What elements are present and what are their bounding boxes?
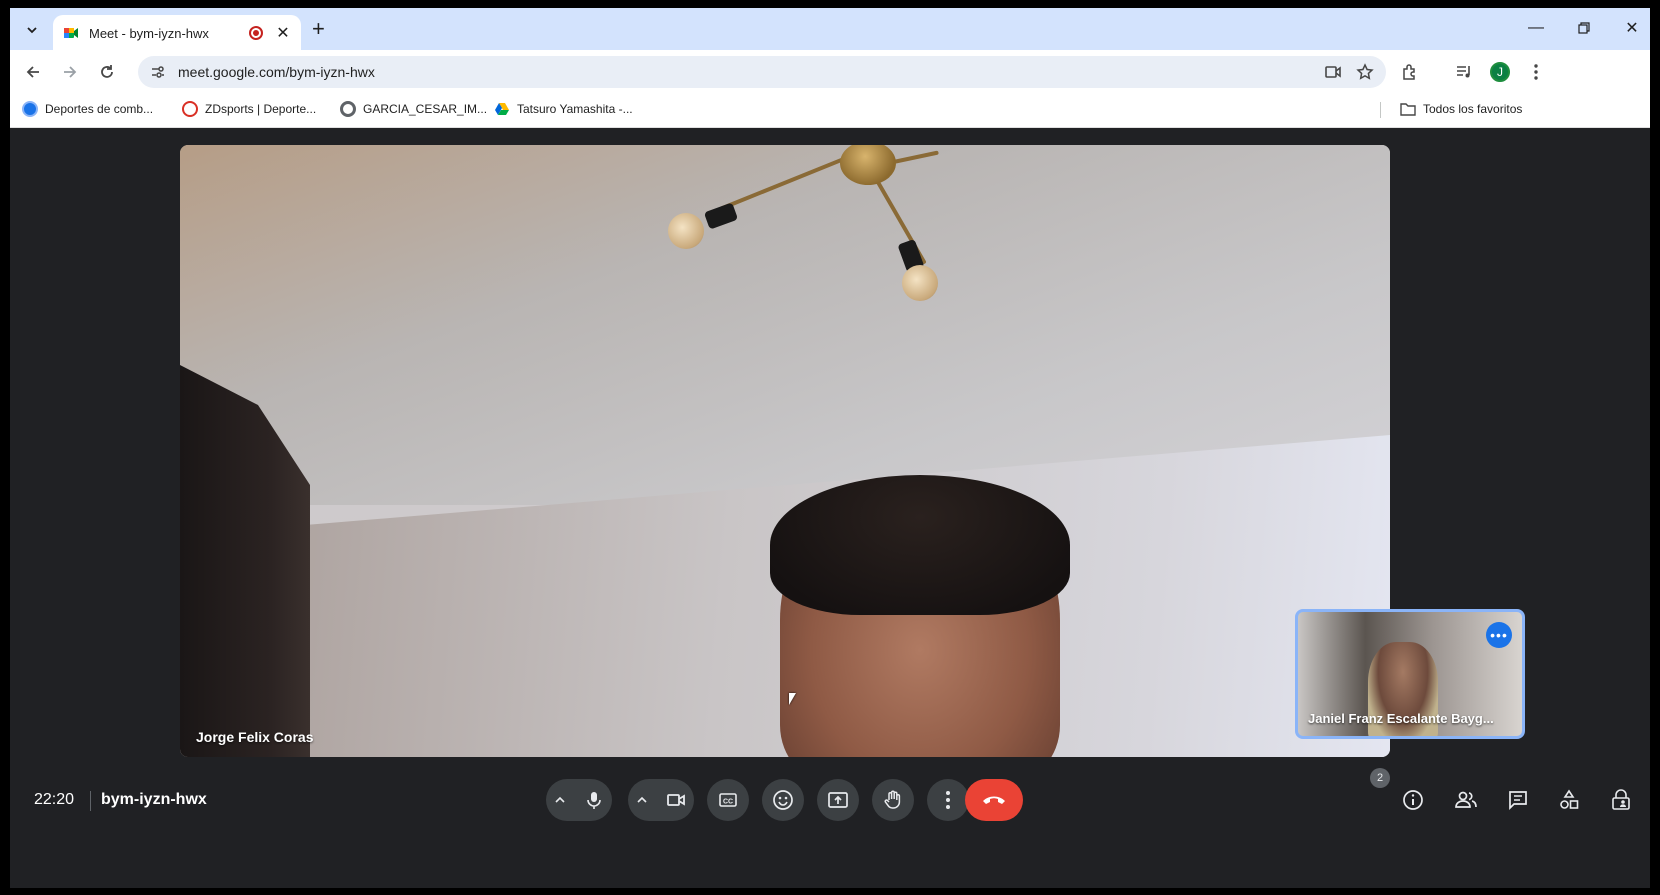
reactions-button[interactable] bbox=[762, 779, 804, 821]
chevron-down-icon bbox=[27, 27, 37, 34]
url-text: meet.google.com/bym-iyzn-hwx bbox=[178, 64, 375, 80]
arrow-left-icon bbox=[26, 66, 39, 78]
media-control-icon[interactable] bbox=[1452, 60, 1476, 84]
tab-title: Meet - bym-iyzn-hwx bbox=[89, 25, 209, 41]
chat-icon bbox=[1509, 791, 1527, 811]
bookmark-label: Tatsuro Yamashita -... bbox=[517, 102, 633, 116]
main-participant-name: Jorge Felix Coras bbox=[196, 729, 314, 745]
bookmark-item[interactable]: ZDsports | Deporte... bbox=[182, 101, 316, 117]
microphone-control[interactable] bbox=[546, 779, 612, 821]
drive-icon bbox=[495, 103, 509, 115]
activities-button[interactable] bbox=[1554, 785, 1584, 815]
restore-icon bbox=[1578, 22, 1590, 34]
present-screen-icon bbox=[828, 792, 848, 808]
reload-icon bbox=[101, 65, 113, 78]
folder-icon bbox=[1400, 103, 1416, 116]
self-view-tile[interactable]: ••• Janiel Franz Escalante Bayg... bbox=[1295, 609, 1525, 739]
lock-person-icon bbox=[1612, 789, 1630, 810]
address-bar[interactable]: meet.google.com/bym-iyzn-hwx bbox=[138, 56, 1386, 88]
meeting-time: 22:20 bbox=[34, 791, 75, 808]
chrome-icon bbox=[340, 101, 356, 117]
microphone-icon[interactable] bbox=[584, 790, 604, 810]
camera-in-use-icon[interactable] bbox=[1322, 61, 1344, 83]
present-button[interactable] bbox=[817, 779, 859, 821]
bookmark-label: Deportes de comb... bbox=[45, 102, 154, 116]
people-icon bbox=[1455, 791, 1477, 808]
pip-participant-name: Janiel Franz Escalante Bayg... bbox=[1308, 711, 1494, 726]
activities-icon bbox=[1560, 789, 1579, 809]
bookmark-item[interactable]: Tatsuro Yamashita -... bbox=[494, 101, 633, 117]
browser-menu-icon[interactable] bbox=[1524, 60, 1548, 84]
tab-meet[interactable]: Meet - bym-iyzn-hwx ✕ bbox=[53, 15, 301, 51]
meeting-details-button[interactable] bbox=[1398, 785, 1428, 815]
bookmarks-divider bbox=[1380, 102, 1381, 118]
more-vert-icon bbox=[946, 791, 950, 809]
end-call-icon bbox=[983, 796, 1005, 804]
lamp-bulb bbox=[668, 213, 704, 249]
all-bookmarks[interactable]: Todos los favoritos bbox=[1400, 101, 1522, 117]
chevron-up-icon[interactable] bbox=[554, 794, 566, 806]
browser-toolbar: meet.google.com/bym-iyzn-hwx J bbox=[10, 50, 1650, 92]
new-tab-button[interactable]: + bbox=[312, 18, 325, 40]
more-options-icon[interactable]: ••• bbox=[1486, 622, 1512, 648]
people-button[interactable] bbox=[1451, 785, 1481, 815]
participant-hair bbox=[770, 475, 1070, 615]
star-icon[interactable] bbox=[1354, 61, 1376, 83]
meeting-code: bym-iyzn-hwx bbox=[101, 791, 207, 808]
profile-initial: J bbox=[1490, 62, 1510, 82]
browser-window: Meet - bym-iyzn-hwx ✕ + — ✕ meet.google.… bbox=[10, 8, 1650, 888]
recording-icon bbox=[249, 26, 263, 40]
minimize-button[interactable]: — bbox=[1516, 16, 1556, 40]
close-window-button[interactable]: ✕ bbox=[1612, 16, 1650, 40]
time-divider bbox=[90, 791, 91, 811]
chevron-up-icon[interactable] bbox=[636, 794, 648, 806]
bookmark-label: GARCIA_CESAR_IM... bbox=[363, 102, 488, 116]
bookmark-item[interactable]: GARCIA_CESAR_IM... bbox=[340, 101, 487, 117]
globe-icon bbox=[22, 101, 38, 117]
info-icon bbox=[1403, 790, 1423, 810]
profile-avatar[interactable]: J bbox=[1488, 60, 1512, 84]
site-info-icon[interactable] bbox=[148, 62, 168, 82]
meet-stage: Jorge Felix Coras ••• Janiel Franz Escal… bbox=[10, 129, 1650, 888]
svg-text:CC: CC bbox=[723, 799, 733, 806]
captions-icon: CC bbox=[719, 793, 737, 807]
google-meet-icon bbox=[64, 28, 78, 38]
tab-search-button[interactable] bbox=[20, 18, 44, 42]
camera-control[interactable] bbox=[628, 779, 694, 821]
more-options-button[interactable] bbox=[927, 779, 969, 821]
raise-hand-button[interactable] bbox=[872, 779, 914, 821]
mouse-cursor bbox=[789, 693, 796, 705]
bookmarks-bar: Deportes de comb... ZDsports | Deporte..… bbox=[10, 92, 1650, 128]
lamp-bulb bbox=[902, 265, 938, 301]
restore-button[interactable] bbox=[1564, 16, 1604, 40]
tab-close-icon[interactable]: ✕ bbox=[275, 23, 291, 43]
forward-button[interactable] bbox=[57, 59, 83, 85]
tab-strip: Meet - bym-iyzn-hwx ✕ + — ✕ bbox=[10, 8, 1650, 51]
chat-button[interactable] bbox=[1503, 785, 1533, 815]
participant-count-badge: 2 bbox=[1370, 768, 1390, 788]
meeting-controls-bar: 22:20 bym-iyzn-hwx CC 2 bbox=[10, 761, 1650, 831]
extensions-icon[interactable] bbox=[1398, 60, 1422, 84]
captions-button[interactable]: CC bbox=[707, 779, 749, 821]
all-bookmarks-label: Todos los favoritos bbox=[1423, 102, 1523, 116]
zd-icon bbox=[182, 101, 198, 117]
hand-icon bbox=[884, 790, 901, 809]
leave-call-button[interactable] bbox=[965, 779, 1023, 821]
arrow-right-icon bbox=[64, 66, 77, 78]
back-button[interactable] bbox=[20, 59, 46, 85]
bookmark-item[interactable]: Deportes de comb... bbox=[22, 101, 153, 117]
main-video-tile[interactable]: Jorge Felix Coras bbox=[180, 145, 1390, 757]
host-controls-button[interactable] bbox=[1606, 785, 1636, 815]
bookmark-label: ZDsports | Deporte... bbox=[205, 102, 317, 116]
reload-button[interactable] bbox=[94, 59, 120, 85]
camera-icon[interactable] bbox=[666, 790, 686, 810]
emoji-icon bbox=[773, 790, 793, 810]
